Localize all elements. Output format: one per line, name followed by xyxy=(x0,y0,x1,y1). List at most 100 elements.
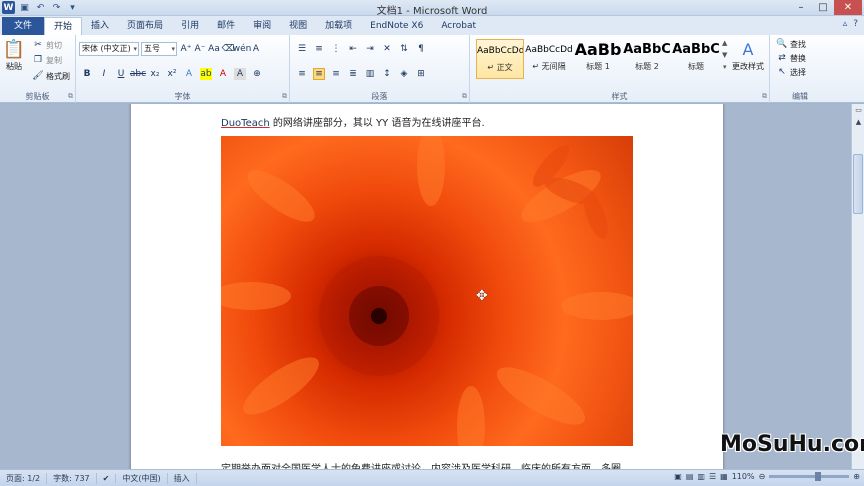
vertical-scrollbar[interactable]: ▭ ▲ xyxy=(851,104,864,469)
tab-endnote[interactable]: EndNote X6 xyxy=(361,17,432,35)
numbering-icon[interactable]: ≡ xyxy=(313,43,325,55)
scroll-up-icon[interactable]: ▲ xyxy=(852,116,864,128)
document-area[interactable]: DuoTeach 的网络讲座部分，其以 YY 语音为在线讲座平台. ✥ xyxy=(0,104,851,469)
status-bar: 页面: 1/2 字数: 737 ✔ 中文(中国) 插入 ▣ ▤ ▥ ☰ ▦ 11… xyxy=(0,469,864,486)
close-icon[interactable]: ✕ xyxy=(834,0,862,15)
style-normal[interactable]: AaBbCcDd ↵ 正文 xyxy=(476,39,524,79)
word-count[interactable]: 字数: 737 xyxy=(47,472,97,484)
style-heading-1[interactable]: AaBb 标题 1 xyxy=(574,39,622,79)
maximize-icon[interactable]: □ xyxy=(812,0,834,15)
shrink-font-icon[interactable]: A⁻ xyxy=(194,43,206,55)
char-shading-icon[interactable]: A xyxy=(234,68,246,80)
style-no-spacing[interactable]: AaBbCcDd ↵ 无间隔 xyxy=(525,39,573,79)
document-page[interactable]: DuoTeach 的网络讲座部分，其以 YY 语音为在线讲座平台. ✥ xyxy=(131,104,723,469)
align-right-icon[interactable]: ≡ xyxy=(330,68,342,80)
tab-page-layout[interactable]: 页面布局 xyxy=(118,17,172,35)
zoom-level[interactable]: 110% xyxy=(732,472,755,481)
change-case-icon[interactable]: Aa xyxy=(208,43,220,55)
scroll-thumb[interactable] xyxy=(853,154,863,214)
underline-icon[interactable]: U xyxy=(115,68,127,80)
watermark: MoSuHu.com xyxy=(720,432,864,457)
styles-more-icon[interactable]: ▾ xyxy=(723,63,727,71)
minimize-ribbon-icon[interactable]: ▵ xyxy=(843,19,848,29)
enclose-char-icon[interactable]: ⊕ xyxy=(251,68,263,80)
chrysanthemum-image[interactable]: ✥ xyxy=(221,136,633,446)
sort-icon[interactable]: ⇅ xyxy=(398,43,410,55)
strikethrough-icon[interactable]: abc xyxy=(130,68,146,80)
proofing-icon[interactable]: ✔ xyxy=(97,473,117,483)
tab-acrobat[interactable]: Acrobat xyxy=(432,17,485,35)
highlight-icon[interactable]: ab xyxy=(200,68,212,80)
style-title[interactable]: AaBbC 标题 xyxy=(672,39,720,79)
tab-mailings[interactable]: 邮件 xyxy=(208,17,244,35)
subscript-icon[interactable]: x₂ xyxy=(149,68,161,80)
insert-mode[interactable]: 插入 xyxy=(168,472,197,484)
tab-review[interactable]: 审阅 xyxy=(244,17,280,35)
tab-home[interactable]: 开始 xyxy=(44,17,83,35)
increase-indent-icon[interactable]: ⇥ xyxy=(364,43,376,55)
styles-down-icon[interactable]: ▼ xyxy=(722,51,727,59)
show-marks-icon[interactable]: ¶ xyxy=(415,43,427,55)
outline-view-icon[interactable]: ☰ xyxy=(709,472,716,481)
tab-addins[interactable]: 加载项 xyxy=(316,17,361,35)
text-effects-icon[interactable]: A xyxy=(183,68,195,80)
multilevel-list-icon[interactable]: ⋮ xyxy=(330,43,342,55)
bold-icon[interactable]: B xyxy=(81,68,93,80)
style-normal-sample: AaBbCcDd xyxy=(477,46,523,56)
replace-button[interactable]: ⇄ 替换 xyxy=(776,52,806,64)
font-color-icon[interactable]: A xyxy=(217,68,229,80)
font-size-combo[interactable]: 五号 xyxy=(141,42,177,56)
format-painter-button[interactable]: 🖌 格式刷 xyxy=(32,70,70,82)
scissors-icon: ✂ xyxy=(34,40,42,50)
grow-font-icon[interactable]: A⁺ xyxy=(180,43,192,55)
zoom-slider[interactable] xyxy=(769,472,850,481)
change-styles-button[interactable]: A 更改样式 xyxy=(732,38,764,72)
superscript-icon[interactable]: x² xyxy=(166,68,178,80)
paste-button[interactable]: 📋 粘贴 xyxy=(3,38,25,72)
print-layout-view-icon[interactable]: ▣ xyxy=(674,472,682,481)
font-name-combo[interactable]: 宋体 (中文正) xyxy=(79,42,139,56)
zoom-in-icon[interactable]: ⊕ xyxy=(853,472,860,481)
line-spacing-icon[interactable]: ↕ xyxy=(381,68,393,80)
tab-insert[interactable]: 插入 xyxy=(82,17,118,35)
flower-petals xyxy=(221,136,633,446)
borders-icon[interactable]: ⊞ xyxy=(415,68,427,80)
help-icon[interactable]: ? xyxy=(853,19,858,29)
styles-up-icon[interactable]: ▲ xyxy=(722,39,727,47)
select-button[interactable]: ↖ 选择 xyxy=(776,66,806,78)
doc-line-2[interactable]: 定期举办面对全国医学人士的免费讲座或讨论。内容涉及医学科研、临床的所有方面。多圈 xyxy=(221,460,621,469)
chinese-layout-icon[interactable]: ✕ xyxy=(381,43,393,55)
bullets-icon[interactable]: ☰ xyxy=(296,43,308,55)
zoom-out-icon[interactable]: ⊖ xyxy=(759,472,766,481)
clipboard-launcher-icon[interactable]: ⧉ xyxy=(68,92,73,101)
cut-button[interactable]: ✂ 剪切 xyxy=(32,39,62,51)
italic-icon[interactable]: I xyxy=(98,68,110,80)
decrease-indent-icon[interactable]: ⇤ xyxy=(347,43,359,55)
zoom-slider-thumb[interactable] xyxy=(815,472,822,481)
phonetic-icon[interactable]: wén xyxy=(233,43,252,55)
copy-button[interactable]: ❐ 复制 xyxy=(32,54,62,66)
style-heading-2[interactable]: AaBbC 标题 2 xyxy=(623,39,671,79)
shading-icon[interactable]: ◈ xyxy=(398,68,410,80)
font-launcher-icon[interactable]: ⧉ xyxy=(282,92,287,101)
duoteach-link[interactable]: DuoTeach xyxy=(221,118,270,129)
ruler-toggle-icon[interactable]: ▭ xyxy=(852,104,864,116)
tab-references[interactable]: 引用 xyxy=(172,17,208,35)
tab-view[interactable]: 视图 xyxy=(280,17,316,35)
tab-file[interactable]: 文件 xyxy=(2,17,45,35)
justify-icon[interactable]: ≣ xyxy=(347,68,359,80)
doc-line-1[interactable]: DuoTeach 的网络讲座部分，其以 YY 语音为在线讲座平台. xyxy=(221,114,485,129)
page-count[interactable]: 页面: 1/2 xyxy=(0,472,48,484)
minimize-icon[interactable]: – xyxy=(790,0,812,15)
language-status[interactable]: 中文(中国) xyxy=(116,472,168,484)
distributed-icon[interactable]: ▥ xyxy=(364,68,376,80)
char-border-icon[interactable]: A xyxy=(250,43,262,55)
styles-launcher-icon[interactable]: ⧉ xyxy=(762,92,767,101)
full-screen-view-icon[interactable]: ▤ xyxy=(686,472,694,481)
web-layout-view-icon[interactable]: ▥ xyxy=(697,472,705,481)
paragraph-launcher-icon[interactable]: ⧉ xyxy=(462,92,467,101)
align-left-icon[interactable]: ≡ xyxy=(296,68,308,80)
find-button[interactable]: 🔍 查找 xyxy=(776,38,806,50)
draft-view-icon[interactable]: ▦ xyxy=(720,472,728,481)
align-center-icon[interactable]: ≡ xyxy=(313,68,325,80)
